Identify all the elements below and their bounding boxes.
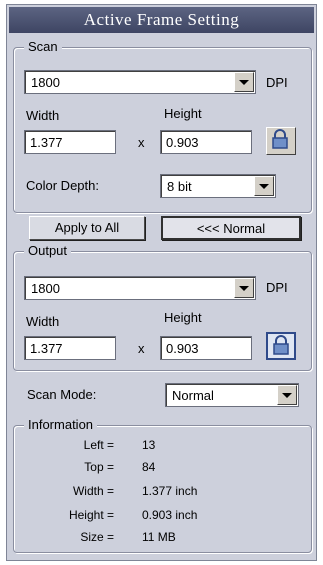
color-depth-value: 8 bit (167, 179, 192, 194)
output-height-input[interactable]: 0.903 (160, 336, 252, 360)
scan-mode-select[interactable]: Normal (165, 383, 299, 407)
output-height-label: Height (164, 310, 202, 325)
output-width-label: Width (26, 314, 60, 329)
scan-dpi-select[interactable]: 1800 (24, 70, 256, 94)
scan-legend: Scan (24, 39, 62, 54)
information-legend: Information (24, 417, 98, 432)
chevron-down-icon[interactable] (277, 385, 297, 405)
scan-x-label: x (138, 135, 145, 150)
info-height-value: 0.903 inch (142, 508, 198, 522)
scan-lock-button[interactable] (266, 127, 296, 155)
output-dpi-value: 1800 (31, 281, 60, 296)
chevron-down-icon[interactable] (234, 278, 254, 298)
output-legend: Output (24, 243, 72, 258)
color-depth-label: Color Depth: (26, 178, 99, 193)
output-dpi-label: DPI (266, 280, 288, 295)
output-group: Output 1800 DPI Width Height 1.377 x 0.9… (13, 243, 312, 371)
scan-height-label: Height (164, 106, 202, 121)
info-left-value: 13 (142, 438, 156, 452)
color-depth-select[interactable]: 8 bit (160, 174, 276, 198)
normal-button[interactable]: <<< Normal (161, 216, 301, 240)
apply-to-all-button[interactable]: Apply to All (29, 216, 145, 240)
info-width-value: 1.377 inch (142, 484, 198, 498)
lock-icon (272, 129, 288, 149)
info-size-value: 11 MB (142, 530, 176, 544)
info-left-key: Left = (83, 438, 114, 452)
info-height-key: Height = (68, 508, 114, 522)
chevron-down-icon[interactable] (234, 72, 254, 92)
active-frame-setting-panel: Active Frame Setting Scan 1800 DPI Width… (6, 4, 317, 561)
scan-dpi-label: DPI (266, 75, 288, 90)
output-width-input[interactable]: 1.377 (24, 336, 116, 360)
scan-mode-value: Normal (172, 388, 214, 403)
output-dpi-select[interactable]: 1800 (24, 276, 256, 300)
output-lock-button[interactable] (266, 332, 296, 360)
info-top-value: 84 (142, 460, 156, 474)
scan-mode-label: Scan Mode: (27, 387, 97, 402)
information-group: Information Left = 13 Top = 84 Width = 1… (13, 417, 312, 553)
scan-width-label: Width (26, 108, 60, 123)
scan-dpi-value: 1800 (31, 75, 60, 90)
output-x-label: x (138, 341, 145, 356)
chevron-down-icon[interactable] (254, 176, 274, 196)
scan-height-input[interactable]: 0.903 (160, 130, 252, 154)
scan-group: Scan 1800 DPI Width Height 1.377 x 0.903… (13, 39, 312, 213)
scan-width-input[interactable]: 1.377 (24, 130, 116, 154)
info-width-key: Width = (72, 484, 114, 498)
panel-title: Active Frame Setting (9, 7, 314, 33)
info-size-key: Size = (80, 530, 114, 544)
lock-icon (273, 335, 289, 355)
info-top-key: Top = (84, 460, 114, 474)
